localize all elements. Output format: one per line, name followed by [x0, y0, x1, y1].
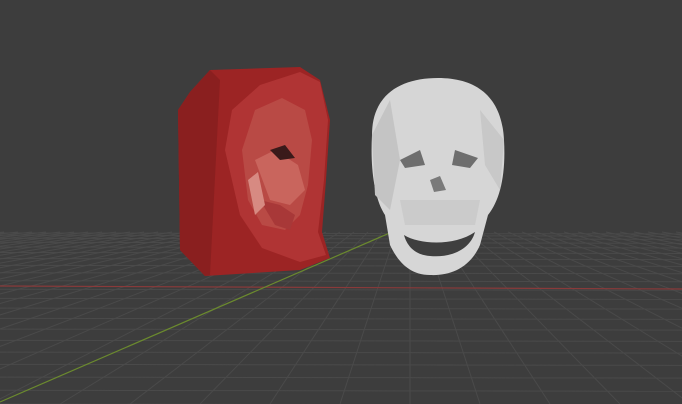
grid-line — [0, 251, 682, 254]
grid-line — [0, 280, 682, 283]
3d-viewport[interactable] — [0, 0, 682, 404]
x-axis-line — [0, 285, 682, 290]
viewport-canvas[interactable] — [0, 0, 682, 404]
red-skull-relief[interactable] — [178, 67, 330, 276]
grid-line — [0, 272, 682, 275]
grid-line — [0, 351, 682, 354]
floor-grid — [0, 231, 682, 404]
grid-line — [339, 231, 397, 404]
grid-line — [0, 288, 682, 291]
white-skull[interactable] — [371, 78, 505, 276]
grid-line — [0, 297, 682, 300]
grid-line — [0, 339, 682, 342]
grid-line — [0, 307, 682, 310]
grid-line — [0, 363, 682, 366]
grid-line — [0, 389, 682, 392]
grid-line — [0, 328, 682, 331]
grid-line — [0, 264, 682, 267]
